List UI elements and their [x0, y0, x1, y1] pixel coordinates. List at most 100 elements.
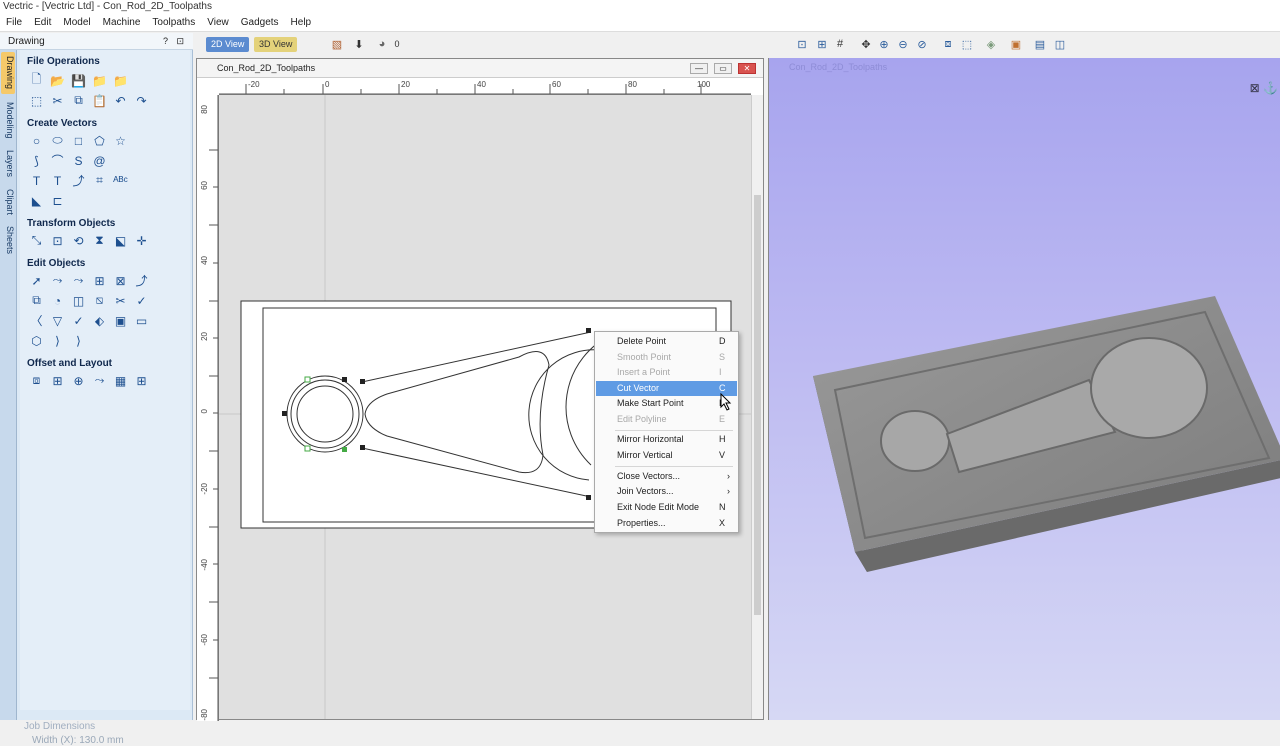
render-dropdown-icon[interactable]: ⬇	[351, 36, 367, 52]
cut-icon[interactable]: ✂	[49, 92, 66, 109]
tab-layers[interactable]: Layers	[1, 146, 15, 182]
grid-icon[interactable]: #	[832, 36, 848, 52]
ungroup-icon[interactable]: ⊠	[112, 272, 129, 289]
curve-fit-icon[interactable]: ⟩	[49, 332, 66, 349]
menu-item-smooth-point[interactable]: Smooth Point S	[596, 350, 737, 365]
arc-icon[interactable]: ⌒	[49, 152, 66, 169]
tab-modeling[interactable]: Modeling	[1, 96, 15, 144]
menu-edit[interactable]: Edit	[28, 17, 57, 28]
menu-gadgets[interactable]: Gadgets	[235, 17, 285, 28]
smooth-icon[interactable]: ✓	[70, 312, 87, 329]
fillet-icon[interactable]: ✓	[133, 292, 150, 309]
open-file-icon[interactable]: 📂	[49, 72, 66, 89]
array-copy-icon[interactable]: ⊞	[49, 372, 66, 389]
menu-machine[interactable]: Machine	[97, 17, 147, 28]
nest-parts-icon[interactable]: ⊞	[133, 372, 150, 389]
undo-icon[interactable]: ↶	[112, 92, 129, 109]
shading-icon[interactable]: ◕	[374, 36, 390, 52]
menu-item-join-vectors[interactable]: Join Vectors... ›	[596, 484, 737, 499]
convert-bitmap-icon[interactable]: ▣	[112, 312, 129, 329]
menu-item-edit-polyline[interactable]: Edit Polyline E	[596, 412, 737, 427]
zoom-fit-icon[interactable]: ⊘	[914, 36, 930, 52]
menu-view[interactable]: View	[201, 17, 235, 28]
merge-icon[interactable]: ⧉	[28, 292, 45, 309]
move-icon[interactable]: ⤡	[28, 232, 45, 249]
job-setup-icon[interactable]: ⬚	[28, 92, 45, 109]
panel-header-icons[interactable]: ? ⊡	[163, 33, 187, 50]
circular-array-icon[interactable]: ⊕	[70, 372, 87, 389]
rotate-icon[interactable]: ⟲	[70, 232, 87, 249]
fit-curve-icon[interactable]: ▭	[133, 312, 150, 329]
layout-icon[interactable]: ⬚	[959, 36, 975, 52]
angle-dimension-icon[interactable]: ⊏	[49, 192, 66, 209]
menu-item-mirror-horizontal[interactable]: Mirror Horizontal H	[596, 432, 737, 447]
intersect-icon[interactable]: ◫	[70, 292, 87, 309]
zoom-out-icon[interactable]: ⊖	[895, 36, 911, 52]
tile-vertical-icon[interactable]: ◫	[1052, 36, 1068, 52]
tile-horizontal-icon[interactable]: ▤	[1032, 36, 1048, 52]
import-bitmap-icon[interactable]: 📁	[112, 72, 129, 89]
polygon-icon[interactable]: ⬠	[91, 132, 108, 149]
menu-item-delete-point[interactable]: Delete Point D	[596, 334, 737, 349]
snap-icon[interactable]: ⧈	[940, 36, 956, 52]
join-vectors-icon[interactable]: ⬡	[28, 332, 45, 349]
tab-drawing[interactable]: Drawing	[1, 52, 15, 94]
trim-icon[interactable]: ⧅	[91, 292, 108, 309]
view-icon[interactable]: ◈	[983, 36, 999, 52]
subtract-icon[interactable]: ◔	[49, 292, 66, 309]
menu-item-properties[interactable]: Properties... X	[596, 516, 737, 531]
menu-help[interactable]: Help	[285, 17, 318, 28]
zoom-box-icon[interactable]: ⊞	[814, 36, 830, 52]
curve-icon[interactable]: S	[70, 152, 87, 169]
nesting-icon[interactable]: ▦	[112, 372, 129, 389]
save-icon[interactable]: 💾	[70, 72, 87, 89]
menu-toolpaths[interactable]: Toolpaths	[146, 17, 201, 28]
measure-icon[interactable]: ⟩	[70, 332, 87, 349]
weld-icon[interactable]: ⤴	[133, 272, 150, 289]
rectangle-icon[interactable]: □	[70, 132, 87, 149]
extend-icon[interactable]: ▽	[49, 312, 66, 329]
distort-icon[interactable]: ⬕	[112, 232, 129, 249]
spiral-icon[interactable]: @	[91, 152, 108, 169]
chamfer-icon[interactable]: 〈	[28, 312, 45, 329]
menu-item-cut-vector[interactable]: Cut Vector C	[596, 381, 737, 396]
menu-file[interactable]: File	[0, 17, 28, 28]
view-3d-window[interactable]: Con_Rod_2D_Toolpaths ⊠ ⚓	[768, 58, 1280, 720]
scrollbar-thumb[interactable]	[754, 195, 761, 615]
align-icon[interactable]: ✛	[133, 232, 150, 249]
dimension-icon[interactable]: ◣	[28, 192, 45, 209]
text-arc-icon[interactable]: ᴬᴮᶜ	[112, 172, 129, 189]
zoom-extents-icon[interactable]: ⊡	[794, 36, 810, 52]
close-button[interactable]: ✕	[738, 63, 756, 74]
polyline-icon[interactable]: ⟆	[28, 152, 45, 169]
star-icon[interactable]: ☆	[112, 132, 129, 149]
menu-item-mirror-vertical[interactable]: Mirror Vertical V	[596, 448, 737, 463]
tab-2d-view[interactable]: 2D View	[206, 37, 250, 52]
auto-layout-text-icon[interactable]: ⌗	[91, 172, 108, 189]
copy-along-vector-icon[interactable]: ⤳	[91, 372, 108, 389]
zoom-in-icon[interactable]: ⊕	[876, 36, 892, 52]
tab-sheets[interactable]: Sheets	[1, 222, 15, 258]
tab-clipart[interactable]: Clipart	[1, 184, 15, 220]
material-icon[interactable]: ▧	[329, 36, 345, 52]
group-icon[interactable]: ⊞	[91, 272, 108, 289]
tab-3d-view[interactable]: 3D View	[254, 37, 298, 52]
zoom-value[interactable]: 0	[390, 36, 404, 52]
text-box-icon[interactable]: T	[49, 172, 66, 189]
interactive-select-icon[interactable]: ⤳	[70, 272, 87, 289]
scale-icon[interactable]: ⊡	[49, 232, 66, 249]
maximize-button[interactable]: ▭	[714, 63, 732, 74]
scissors-icon[interactable]: ✂	[112, 292, 129, 309]
import-icon[interactable]: 📁	[91, 72, 108, 89]
vertical-scrollbar[interactable]	[751, 95, 763, 719]
paste-icon[interactable]: 📋	[91, 92, 108, 109]
select-icon[interactable]: ➚	[28, 272, 45, 289]
menu-item-exit-node-edit[interactable]: Exit Node Edit Mode N	[596, 500, 737, 515]
ellipse-icon[interactable]: ⬭	[49, 132, 66, 149]
menu-item-close-vectors[interactable]: Close Vectors... ›	[596, 469, 737, 484]
mirror-icon[interactable]: ⧗	[91, 232, 108, 249]
node-edit-icon[interactable]: ⤳	[49, 272, 66, 289]
menu-item-make-start-point[interactable]: Make Start PointP	[596, 396, 737, 411]
close-vectors-icon[interactable]: ⬖	[91, 312, 108, 329]
menu-item-insert-point[interactable]: Insert a Point I	[596, 365, 737, 380]
